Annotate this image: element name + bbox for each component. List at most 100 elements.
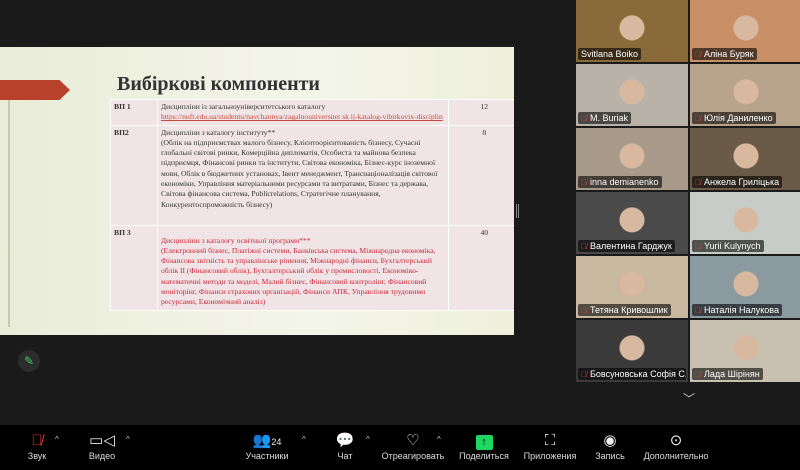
camera-icon: ▭◁	[89, 432, 115, 449]
video-button[interactable]: ▭◁ Видео	[86, 431, 118, 461]
participant-tile[interactable]: 🎙̸ Валентина Гарджук	[576, 192, 688, 254]
row-credits: 12	[448, 99, 514, 126]
participant-tile[interactable]: 🎙̸ inna demianenko	[576, 128, 688, 190]
participant-tile[interactable]: 🎙̸ Наталія Налукова	[690, 256, 800, 318]
annotate-pencil-icon[interactable]: ✎	[18, 350, 40, 372]
mic-muted-icon: 🎙̸	[695, 50, 701, 59]
chat-icon: 💬	[335, 432, 355, 449]
table-row: ВП2 Дисципліни з каталогу інституту** (Об…	[110, 124, 514, 226]
participant-name-text: Юлія Даниленко	[704, 113, 773, 123]
participant-name-text: Анжела Гриліцька	[704, 177, 780, 187]
participant-name-text: M. Buriak	[590, 113, 629, 123]
participant-tile[interactable]: 🎙̸ Юлія Даниленко	[690, 64, 800, 126]
participant-name: 🎙̸ inna demianenko	[578, 176, 662, 188]
participant-name-text: Наталія Налукова	[704, 305, 779, 315]
row-list: (Облік на підприємствах малого бізнесу, …	[161, 137, 438, 209]
participant-name: 🎙̸ Валентина Гарджук	[578, 240, 675, 252]
react-button[interactable]: ♡ Отреагировать	[381, 431, 445, 461]
row-description: Дисципліни з каталогу освітньої програми…	[156, 224, 450, 311]
more-label: Дополнительно	[643, 451, 709, 461]
record-icon: ◉	[603, 432, 617, 449]
chevron-down-icon[interactable]: ﹀	[683, 390, 695, 407]
participants-count: 24	[271, 437, 282, 447]
participant-name: 🎙̸ Лада Шірінян	[692, 368, 763, 380]
participant-name-text: Бовсуновська Софія С...	[590, 369, 686, 379]
participant-tile[interactable]: 🎙̸ Лада Шірінян	[690, 320, 800, 382]
table-row: ВП 3 Дисципліни з каталогу освітньої про…	[110, 224, 514, 311]
split-resize-handle[interactable]	[516, 204, 519, 218]
record-button[interactable]: ◉ Запись	[594, 431, 626, 461]
video-options-caret[interactable]: ^	[126, 435, 130, 444]
mic-muted-icon: 🎙̸	[695, 178, 701, 187]
participant-name: 🎙̸ Юлія Даниленко	[692, 112, 776, 124]
table-row: ВП 1 Дисципліни із загальноуніверситетсь…	[110, 99, 514, 126]
participant-name: 🎙̸ Yurii Kulynych	[692, 240, 764, 252]
audio-button[interactable]: 🎙̸ Звук	[22, 431, 52, 461]
participants-options-caret[interactable]: ^	[302, 435, 306, 444]
slide-decoration-line	[8, 97, 10, 327]
participant-name-text: Svitlana Boiko	[581, 49, 639, 59]
participant-name: 🎙̸ M. Buriak	[578, 112, 632, 124]
react-label: Отреагировать	[381, 451, 445, 461]
row-list: (Електронний бізнес, Платіжні системи, Б…	[161, 245, 436, 307]
participant-name-text: Тетяна Кривошлик	[590, 305, 668, 315]
apps-icon: ⛶	[544, 432, 556, 449]
apps-label: Приложения	[523, 451, 577, 461]
mic-muted-icon: 🎙̸	[581, 306, 587, 315]
participant-name-text: inna demianenko	[590, 177, 659, 187]
mic-muted-icon: 🎙̸	[31, 432, 43, 449]
participant-tile[interactable]: 🎙̸ Yurii Kulynych	[690, 192, 800, 254]
presentation-slide: Вибіркові компоненти ВП 1 Дисципліни із …	[0, 47, 514, 335]
apps-button[interactable]: ⛶ Приложения	[522, 431, 578, 461]
chat-options-caret[interactable]: ^	[366, 435, 370, 444]
participant-tile[interactable]: 🎙̸ Анжела Гриліцька	[690, 128, 800, 190]
row-title: Дисципліни з каталогу інституту**	[161, 127, 276, 137]
mic-muted-icon: 🎙̸	[695, 370, 701, 379]
chat-button[interactable]: 💬 Чат	[332, 431, 358, 461]
audio-options-caret[interactable]: ^	[55, 435, 59, 444]
participant-tile[interactable]: 🎙̸ Аліна Буряк	[690, 0, 800, 62]
mic-muted-icon: 🎙̸	[581, 242, 587, 251]
share-label: Поделиться	[459, 451, 509, 461]
row-credits: 8	[448, 124, 514, 226]
participant-tile[interactable]: 🎙̸ M. Buriak	[576, 64, 688, 126]
more-icon: ⊙	[669, 432, 683, 449]
participant-name: 🎙̸ Аліна Буряк	[692, 48, 757, 60]
shared-screen: Вибіркові компоненти ВП 1 Дисципліни із …	[0, 0, 572, 425]
record-label: Запись	[595, 451, 625, 461]
mic-muted-icon: 🎙̸	[581, 370, 587, 379]
audio-label: Звук	[27, 451, 47, 461]
participant-name-text: Аліна Буряк	[704, 49, 754, 59]
slide-title: Вибіркові компоненти	[117, 73, 320, 95]
row-title: Дисципліни із загальноуніверситетського …	[161, 102, 326, 111]
more-button[interactable]: ⊙ Дополнительно	[642, 431, 710, 461]
participant-tile[interactable]: Svitlana Boiko	[576, 0, 688, 62]
participants-button[interactable]: 👥24 Участники	[244, 431, 290, 461]
mic-muted-icon: 🎙̸	[581, 114, 587, 123]
participant-name-text: Yurii Kulynych	[704, 241, 761, 251]
participants-icon: 👥24	[252, 432, 282, 449]
row-title: Дисципліни з каталогу освітньої програми…	[161, 235, 311, 245]
participant-tile[interactable]: 🎙̸ Бовсуновська Софія С...	[576, 320, 688, 382]
participant-name-text: Валентина Гарджук	[590, 241, 672, 251]
participant-name: Svitlana Boiko	[578, 48, 642, 60]
participant-gallery: Svitlana Boiko 🎙̸ Аліна Буряк 🎙̸ M. Buriak 🎙̸…	[573, 0, 800, 425]
mic-muted-icon: 🎙̸	[695, 114, 701, 123]
participants-label: Участники	[245, 451, 289, 461]
row-code: ВП2	[110, 124, 158, 226]
react-options-caret[interactable]: ^	[437, 435, 441, 444]
row-code: ВП 3	[110, 224, 158, 311]
video-label: Видео	[88, 451, 116, 461]
participant-name: 🎙̸ Наталія Налукова	[692, 304, 782, 316]
row-credits: 40	[448, 224, 514, 311]
slide-decoration-arrow	[0, 80, 70, 100]
participant-tile[interactable]: 🎙̸ Тетяна Кривошлик	[576, 256, 688, 318]
participant-name: 🎙̸ Бовсуновська Софія С...	[578, 368, 686, 380]
mic-muted-icon: 🎙̸	[695, 242, 701, 251]
heart-icon: ♡	[406, 432, 420, 449]
meeting-toolbar: 🎙̸ Звук ^ ▭◁ Видео ^ 👥24 Участники ^ 💬 Чат ^…	[0, 425, 800, 470]
participant-name: 🎙̸ Анжела Гриліцька	[692, 176, 783, 188]
share-button[interactable]: ↑ Поделиться	[458, 431, 510, 461]
row-description: Дисципліни з каталогу інституту** (Облік …	[156, 124, 450, 226]
catalog-link[interactable]: https://nuft.edu.ua/studentu/navchannya/…	[161, 112, 443, 121]
